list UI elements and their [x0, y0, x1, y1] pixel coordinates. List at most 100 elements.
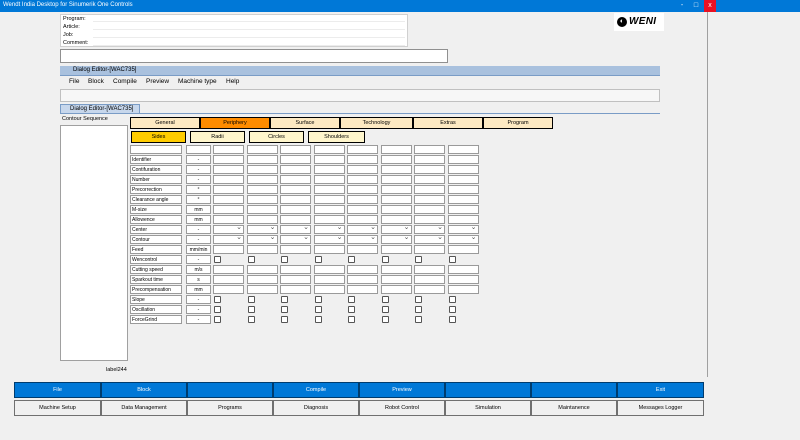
param-input[interactable]	[414, 165, 445, 174]
param-dropdown[interactable]	[213, 233, 244, 244]
param-input[interactable]	[313, 205, 345, 214]
param-input[interactable]	[380, 165, 412, 174]
param-input[interactable]	[246, 165, 278, 174]
file-button[interactable]: File	[14, 382, 101, 398]
param-input[interactable]	[414, 265, 445, 274]
param-dropdown[interactable]	[447, 233, 479, 244]
param-input[interactable]	[414, 185, 445, 194]
param-checkbox[interactable]	[415, 316, 422, 323]
machine-setup-button[interactable]: Machine Setup	[14, 400, 101, 416]
param-checkbox[interactable]	[314, 306, 322, 313]
menu-preview[interactable]: Preview	[146, 78, 169, 85]
param-checkbox[interactable]	[247, 256, 255, 263]
function-button-6[interactable]	[445, 382, 531, 398]
param-input[interactable]	[246, 175, 278, 184]
param-input[interactable]	[380, 265, 412, 274]
subtab-circles[interactable]: Circles	[249, 131, 304, 143]
param-checkbox[interactable]	[281, 296, 288, 303]
param-input[interactable]	[347, 265, 378, 274]
param-checkbox[interactable]	[348, 256, 355, 263]
param-input[interactable]	[447, 175, 479, 184]
data-management-button[interactable]: Data Management	[101, 400, 187, 416]
param-input[interactable]	[447, 205, 479, 214]
maintanence-button[interactable]: Maintanence	[531, 400, 617, 416]
param-input[interactable]	[246, 205, 278, 214]
param-checkbox[interactable]	[247, 296, 255, 303]
contour-sequence-list[interactable]	[60, 125, 128, 361]
block-button[interactable]: Block	[101, 382, 187, 398]
param-input[interactable]	[447, 195, 479, 204]
param-input[interactable]	[313, 165, 345, 174]
tab-program[interactable]: Program	[483, 117, 553, 129]
param-input[interactable]	[447, 165, 479, 174]
param-input[interactable]	[313, 185, 345, 194]
simulation-button[interactable]: Simulation	[445, 400, 531, 416]
param-input[interactable]	[347, 205, 378, 214]
param-checkbox[interactable]	[281, 256, 288, 263]
param-input[interactable]	[447, 245, 479, 254]
param-input[interactable]	[414, 205, 445, 214]
param-input[interactable]	[380, 185, 412, 194]
menu-compile[interactable]: Compile	[113, 78, 137, 85]
param-input[interactable]	[213, 165, 244, 174]
param-checkbox[interactable]	[281, 316, 288, 323]
param-dropdown[interactable]	[380, 233, 412, 244]
param-input[interactable]	[447, 275, 479, 284]
param-checkbox[interactable]	[214, 296, 221, 303]
param-input[interactable]	[380, 175, 412, 184]
param-checkbox[interactable]	[381, 316, 389, 323]
param-input[interactable]	[447, 285, 479, 294]
param-checkbox[interactable]	[314, 296, 322, 303]
subtab-radii[interactable]: Radii	[190, 131, 245, 143]
compile-button[interactable]: Compile	[273, 382, 359, 398]
param-checkbox[interactable]	[348, 306, 355, 313]
param-input[interactable]	[380, 275, 412, 284]
param-input[interactable]	[414, 285, 445, 294]
menu-file[interactable]: File	[69, 78, 79, 85]
param-input[interactable]	[380, 245, 412, 254]
param-dropdown[interactable]	[246, 233, 278, 244]
param-checkbox[interactable]	[381, 256, 389, 263]
param-input[interactable]	[246, 155, 278, 164]
param-input[interactable]	[380, 205, 412, 214]
param-input[interactable]	[280, 195, 311, 204]
param-input[interactable]	[280, 175, 311, 184]
robot-control-button[interactable]: Robot Control	[359, 400, 445, 416]
param-input[interactable]	[280, 205, 311, 214]
param-checkbox[interactable]	[448, 316, 456, 323]
messages-logger-button[interactable]: Messages Logger	[617, 400, 704, 416]
param-checkbox[interactable]	[415, 256, 422, 263]
param-input[interactable]	[347, 245, 378, 254]
param-input[interactable]	[313, 175, 345, 184]
param-input[interactable]	[246, 285, 278, 294]
param-checkbox[interactable]	[314, 316, 322, 323]
param-input[interactable]	[213, 205, 244, 214]
param-checkbox[interactable]	[314, 256, 322, 263]
param-input[interactable]	[347, 155, 378, 164]
param-input[interactable]	[246, 185, 278, 194]
param-input[interactable]	[347, 165, 378, 174]
param-input[interactable]	[280, 245, 311, 254]
param-input[interactable]	[246, 275, 278, 284]
param-input[interactable]	[213, 275, 244, 284]
param-checkbox[interactable]	[348, 296, 355, 303]
minimize-icon[interactable]: -	[676, 0, 688, 12]
param-dropdown[interactable]	[280, 233, 311, 244]
param-input[interactable]	[280, 155, 311, 164]
param-input[interactable]	[414, 175, 445, 184]
param-checkbox[interactable]	[448, 306, 456, 313]
param-input[interactable]	[313, 285, 345, 294]
param-checkbox[interactable]	[448, 296, 456, 303]
param-checkbox[interactable]	[247, 306, 255, 313]
param-input[interactable]	[447, 185, 479, 194]
param-input[interactable]	[447, 265, 479, 274]
param-input[interactable]	[313, 195, 345, 204]
param-input[interactable]	[280, 185, 311, 194]
programs-button[interactable]: Programs	[187, 400, 273, 416]
function-button-7[interactable]	[531, 382, 617, 398]
param-dropdown[interactable]	[414, 233, 445, 244]
param-input[interactable]	[280, 265, 311, 274]
editor-tab[interactable]: Dialog Editor-[WAC735]	[60, 104, 140, 114]
param-checkbox[interactable]	[381, 306, 389, 313]
param-input[interactable]	[414, 195, 445, 204]
